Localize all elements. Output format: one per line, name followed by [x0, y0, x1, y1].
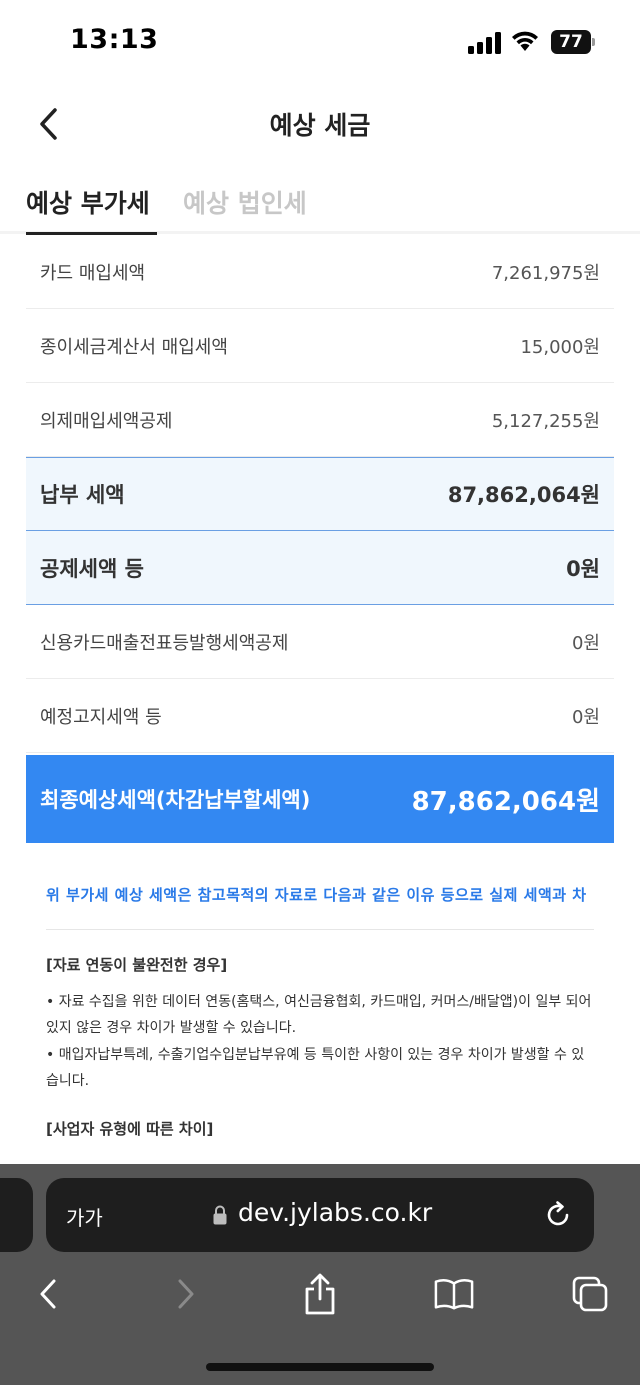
previous-tab-preview[interactable] — [0, 1178, 33, 1252]
header: 예상 세금 — [0, 86, 640, 166]
section-title-incomplete-data: [자료 연동이 불완전한 경우] — [46, 956, 228, 974]
home-indicator — [206, 1363, 434, 1371]
tabs-icon — [572, 1276, 608, 1312]
bookmarks-button[interactable] — [434, 1274, 474, 1314]
tax-breakdown-list: 카드 매입세액 7,261,975원 종이세금계산서 매입세액 15,000원 … — [26, 236, 614, 753]
divider — [46, 929, 594, 930]
share-icon — [305, 1273, 335, 1315]
tabs-button[interactable] — [570, 1274, 610, 1314]
row-label: 카드 매입세액 — [40, 263, 146, 284]
lock-icon — [213, 1205, 227, 1225]
final-label: 최종예상세액(차감납부할세액) — [40, 788, 311, 812]
address-bar[interactable]: 가가 dev.jylabs.co.kr — [46, 1178, 594, 1252]
row-label: 신용카드매출전표등발행세액공제 — [40, 632, 289, 654]
battery-level: 77 — [551, 30, 591, 54]
row-label: 예정고지세액 등 — [40, 706, 162, 728]
row-value: 0원 — [571, 706, 600, 728]
row-label: 의제매입세액공제 — [40, 410, 173, 432]
row-label: 공제세액 등 — [40, 556, 144, 581]
row-tax-deductions: 공제세액 등 0원 — [26, 531, 614, 605]
row-value: 0원 — [571, 632, 600, 654]
row-value: 0원 — [566, 556, 600, 581]
browser-toolbar: 가가 dev.jylabs.co.kr — [0, 1164, 640, 1385]
row-value: 5,127,255원 — [491, 410, 600, 432]
status-bar: 13:13 77 — [0, 0, 640, 86]
share-button[interactable] — [300, 1273, 340, 1315]
final-expected-tax-banner: 최종예상세액(차감납부할세액) 87,862,064원 — [26, 755, 614, 843]
text-size-button[interactable]: 가가 — [66, 1202, 103, 1231]
browser-forward-button[interactable] — [166, 1274, 206, 1314]
url-text: dev.jylabs.co.kr — [238, 1198, 433, 1227]
tab-bar: 예상 부가세 예상 법인세 — [0, 170, 640, 235]
row-tax-payable: 납부 세액 87,862,064원 — [26, 457, 614, 531]
chevron-left-icon — [40, 1279, 56, 1309]
book-icon — [434, 1279, 474, 1310]
section-title-business-type: [사업자 유형에 따른 차이] — [46, 1120, 214, 1138]
row-credit-card-sales-credit: 신용카드매출전표등발행세액공제 0원 — [26, 605, 614, 679]
status-time: 13:13 — [70, 24, 159, 55]
row-card-input-tax: 카드 매입세액 7,261,975원 — [26, 236, 614, 309]
row-value: 87,862,064원 — [447, 483, 600, 507]
row-value: 7,261,975원 — [491, 263, 600, 284]
wifi-icon — [512, 31, 538, 51]
battery-icon: 77 — [551, 30, 595, 54]
row-paper-invoice-input-tax: 종이세금계산서 매입세액 15,000원 — [26, 309, 614, 383]
row-deemed-input-tax-credit: 의제매입세액공제 5,127,255원 — [26, 383, 614, 457]
page-title: 예상 세금 — [269, 111, 371, 140]
disclaimer-notice: 위 부가세 예상 세액은 참고목적의 자료로 다음과 같은 이유 등으로 실제 … — [46, 886, 587, 904]
bullet-item: • 매입자납부특례, 수출기업수입분납부유예 등 특이한 사항이 있는 경우 차… — [46, 1047, 585, 1089]
final-value: 87,862,064원 — [411, 786, 600, 817]
reload-icon[interactable] — [543, 1200, 573, 1230]
row-label: 종이세금계산서 매입세액 — [40, 336, 228, 358]
chevron-right-icon — [178, 1279, 194, 1309]
tab-expected-vat[interactable]: 예상 부가세 — [26, 184, 157, 235]
browser-back-button[interactable] — [28, 1274, 68, 1314]
row-value: 15,000원 — [520, 336, 600, 358]
bullet-item: • 자료 수집을 위한 데이터 연동(홈택스, 여신금융협회, 카드매입, 커머… — [46, 994, 592, 1036]
row-preliminary-notice-tax: 예정고지세액 등 0원 — [26, 679, 614, 753]
tab-expected-corporate-tax[interactable]: 예상 법인세 — [183, 184, 307, 232]
cellular-signal-icon — [468, 32, 501, 54]
row-label: 납부 세액 — [40, 483, 125, 507]
